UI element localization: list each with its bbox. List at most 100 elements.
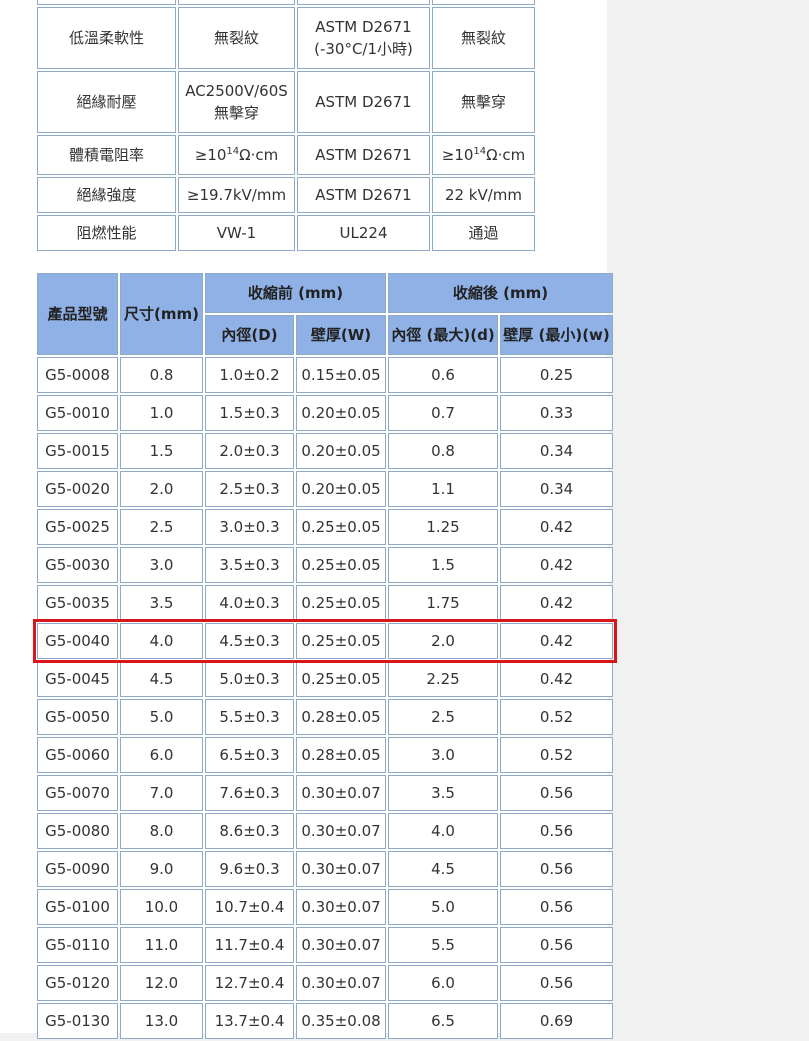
header-wall-w: 壁厚(W) (296, 315, 387, 355)
inner-d-cell: 7.6±0.3 (205, 775, 294, 811)
method-cell: ASTM D2671 (297, 177, 430, 213)
inner-d-cell: 10.7±0.4 (205, 889, 294, 925)
header-after-group: 收縮後 (mm) (388, 273, 614, 313)
size-cell: 2.0 (120, 471, 203, 507)
size-cell: 7.0 (120, 775, 203, 811)
result-cell: 22 kV/mm (432, 177, 535, 213)
wall-min-cell: 0.42 (500, 623, 614, 659)
wall-w-cell: 0.30±0.07 (296, 927, 387, 963)
model-cell: G5-0045 (37, 661, 118, 697)
wall-min-cell: 0.34 (500, 433, 614, 469)
wall-min-cell: 0.56 (500, 851, 614, 887)
spec-cell: AC2500V/60S 無擊穿 (178, 71, 295, 133)
result-cell: 無擊穿 (432, 71, 535, 133)
result-cell (432, 0, 535, 5)
inner-d-cell: 4.0±0.3 (205, 585, 294, 621)
spec-cell: ≥1014Ω·cm (178, 135, 295, 175)
model-cell: G5-0015 (37, 433, 118, 469)
model-cell: G5-0010 (37, 395, 118, 431)
inner-max-cell: 1.25 (388, 509, 499, 545)
model-cell: G5-0100 (37, 889, 118, 925)
size-cell: 4.5 (120, 661, 203, 697)
wall-w-cell: 0.20±0.05 (296, 395, 387, 431)
table-row: G5-0035 3.5 4.0±0.3 0.25±0.05 1.75 0.42 (37, 585, 614, 621)
inner-d-cell: 1.5±0.3 (205, 395, 294, 431)
wall-min-cell: 0.56 (500, 965, 614, 1001)
wall-min-cell: 0.42 (500, 585, 614, 621)
table-row: G5-0120 12.0 12.7±0.4 0.30±0.07 6.0 0.56 (37, 965, 614, 1001)
inner-max-cell: 3.0 (388, 737, 499, 773)
property-cell: 體積電阻率 (37, 135, 176, 175)
wall-w-cell: 0.15±0.05 (296, 357, 387, 393)
property-cell: 絕緣強度 (37, 177, 176, 213)
result-cell: ≥1014Ω·cm (432, 135, 535, 175)
inner-max-cell: 1.1 (388, 471, 499, 507)
inner-max-cell: 5.0 (388, 889, 499, 925)
wall-w-cell: 0.25±0.05 (296, 509, 387, 545)
table-row: 體積電阻率 ≥1014Ω·cm ASTM D2671 ≥1014Ω·cm (37, 135, 535, 175)
table-row: G5-0020 2.0 2.5±0.3 0.20±0.05 1.1 0.34 (37, 471, 614, 507)
wall-min-cell: 0.52 (500, 737, 614, 773)
result-cell: 通過 (432, 215, 535, 251)
inner-max-cell: 6.5 (388, 1003, 499, 1039)
wall-w-cell: 0.30±0.07 (296, 851, 387, 887)
table-row: 絕緣強度 ≥19.7kV/mm ASTM D2671 22 kV/mm (37, 177, 535, 213)
spec-table: 產品型號 尺寸(mm) 收縮前 (mm) 收縮後 (mm) 內徑(D) 壁厚(W… (35, 271, 615, 1041)
wall-w-cell: 0.35±0.08 (296, 1003, 387, 1039)
wall-min-cell: 0.34 (500, 471, 614, 507)
size-cell: 4.0 (120, 623, 203, 659)
wall-min-cell: 0.25 (500, 357, 614, 393)
wall-w-cell: 0.25±0.05 (296, 585, 387, 621)
inner-d-cell: 5.0±0.3 (205, 661, 294, 697)
inner-max-cell: 5.5 (388, 927, 499, 963)
method-line: (-30°C/1小時) (314, 40, 413, 58)
inner-max-cell: 1.5 (388, 547, 499, 583)
header-size: 尺寸(mm) (120, 273, 203, 355)
spec-line: 無擊穿 (213, 104, 259, 122)
inner-max-cell: 2.0 (388, 623, 499, 659)
result-cell: 無裂紋 (432, 7, 535, 69)
size-cell: 1.0 (120, 395, 203, 431)
spec-cell: 無裂紋 (178, 7, 295, 69)
inner-d-cell: 2.0±0.3 (205, 433, 294, 469)
method-cell: UL224 (297, 215, 430, 251)
size-cell: 5.0 (120, 699, 203, 735)
spec-cell: ≥19.7kV/mm (178, 177, 295, 213)
table-row: 絕緣耐壓 AC2500V/60S 無擊穿 ASTM D2671 無擊穿 (37, 71, 535, 133)
spec-table-body: G5-0008 0.8 1.0±0.2 0.15±0.05 0.6 0.25 G5-0010… (37, 357, 614, 1039)
inner-max-cell: 2.5 (388, 699, 499, 735)
model-cell: G5-0035 (37, 585, 118, 621)
table-row: G5-0008 0.8 1.0±0.2 0.15±0.05 0.6 0.25 (37, 357, 614, 393)
method-cell: ASTM D2671 (297, 71, 430, 133)
table-row: G5-0050 5.0 5.5±0.3 0.28±0.05 2.5 0.52 (37, 699, 614, 735)
inner-max-cell: 0.6 (388, 357, 499, 393)
size-cell: 3.0 (120, 547, 203, 583)
model-cell: G5-0025 (37, 509, 118, 545)
property-cell: 阻燃性能 (37, 215, 176, 251)
wall-w-cell: 0.20±0.05 (296, 471, 387, 507)
inner-d-cell: 6.5±0.3 (205, 737, 294, 773)
wall-w-cell: 0.28±0.05 (296, 737, 387, 773)
wall-w-cell: 0.25±0.05 (296, 661, 387, 697)
model-cell: G5-0080 (37, 813, 118, 849)
property-cell: 絕緣耐壓 (37, 71, 176, 133)
wall-w-cell: 0.30±0.07 (296, 965, 387, 1001)
wall-w-cell: 0.25±0.05 (296, 547, 387, 583)
wall-min-cell: 0.42 (500, 547, 614, 583)
model-cell: G5-0020 (37, 471, 118, 507)
inner-max-cell: 0.8 (388, 433, 499, 469)
spec-cell: VW-1 (178, 215, 295, 251)
header-wall-min: 壁厚 (最小)(w) (500, 315, 614, 355)
inner-d-cell: 3.0±0.3 (205, 509, 294, 545)
size-cell: 12.0 (120, 965, 203, 1001)
inner-max-cell: 2.25 (388, 661, 499, 697)
size-cell: 0.8 (120, 357, 203, 393)
inner-d-cell: 13.7±0.4 (205, 1003, 294, 1039)
spec-line: AC2500V/60S (185, 81, 288, 100)
inner-d-cell: 12.7±0.4 (205, 965, 294, 1001)
size-cell: 3.5 (120, 585, 203, 621)
properties-table: 低溫柔軟性 無裂紋 ASTM D2671 (-30°C/1小時) 無裂紋 絕緣耐… (35, 0, 537, 253)
table-row: G5-0090 9.0 9.6±0.3 0.30±0.07 4.5 0.56 (37, 851, 614, 887)
table-row: G5-0060 6.0 6.5±0.3 0.28±0.05 3.0 0.52 (37, 737, 614, 773)
header-model: 產品型號 (37, 273, 118, 355)
